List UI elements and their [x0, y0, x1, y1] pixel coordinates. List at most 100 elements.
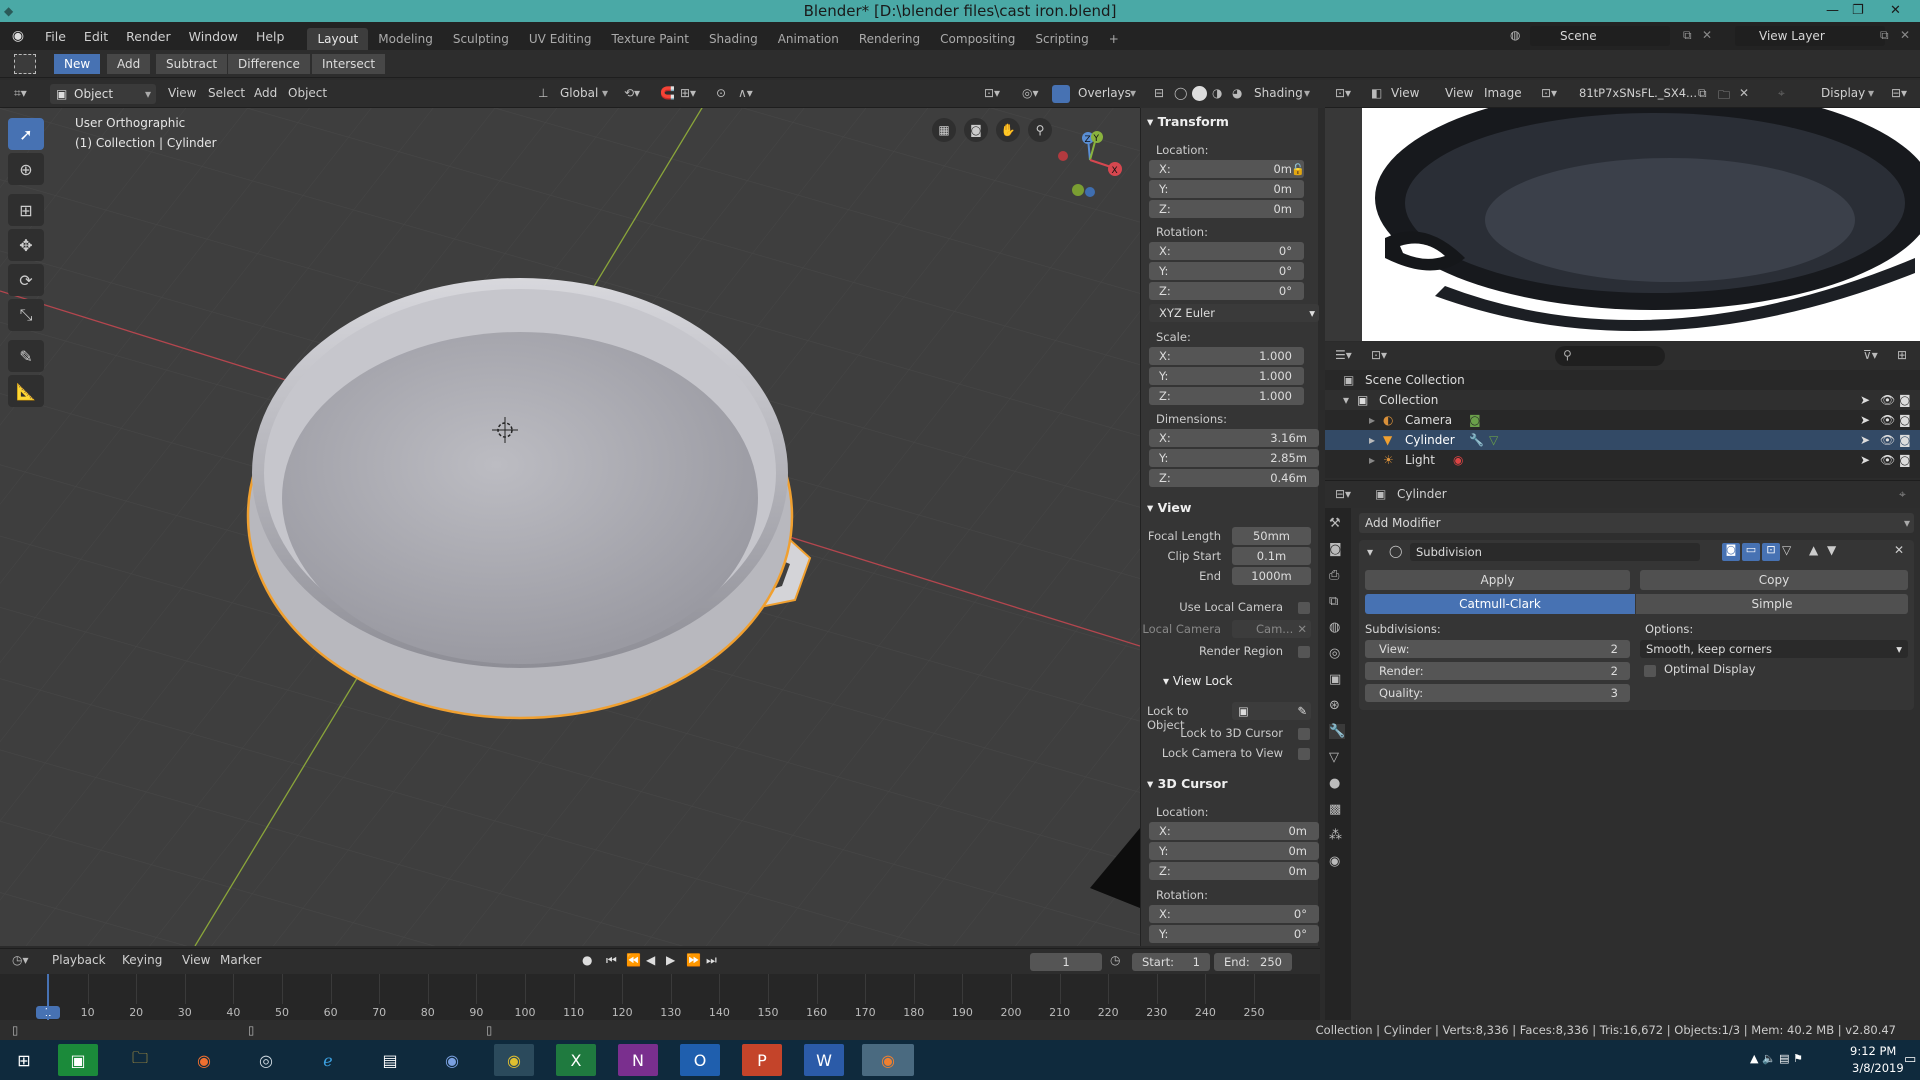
material-shading-icon[interactable]: ◑: [1212, 86, 1222, 100]
timeline[interactable]: 1102030405060708090100110120130140150160…: [0, 974, 1320, 1020]
editor-type-icon[interactable]: ⌗▾: [14, 86, 27, 101]
expand-icon[interactable]: ▾: [1343, 390, 1349, 410]
timeline-view-menu[interactable]: View: [182, 953, 210, 967]
scale-tool[interactable]: ⤡: [8, 299, 44, 331]
cursor-location-y-field[interactable]: Y: 0m: [1149, 842, 1319, 860]
tab-compositing[interactable]: Compositing: [930, 28, 1025, 50]
subdivisions-view-field[interactable]: View: 2: [1365, 640, 1630, 658]
select-mode-new-button[interactable]: New: [54, 54, 102, 74]
quality-field[interactable]: Quality: 3: [1365, 684, 1630, 702]
editmode-toggle-icon[interactable]: ◙: [1722, 543, 1740, 561]
eye-icon[interactable]: 👁: [1880, 390, 1895, 410]
move-down-icon[interactable]: ▼: [1827, 543, 1836, 557]
tab-scripting[interactable]: Scripting: [1025, 28, 1098, 50]
add-modifier-dropdown[interactable]: Add Modifier ▾: [1359, 513, 1914, 533]
close-window-icon[interactable]: ✕: [1890, 0, 1901, 22]
clip-start-field[interactable]: 0.1m: [1232, 547, 1311, 565]
cage-toggle-icon[interactable]: ▽: [1782, 543, 1791, 557]
expand-icon[interactable]: ▸: [1369, 450, 1375, 470]
transform-panel-header[interactable]: ▾ Transform: [1147, 114, 1229, 129]
texture-tab-icon[interactable]: ▩: [1329, 802, 1345, 817]
end-frame-field[interactable]: End: 250: [1214, 953, 1292, 971]
view-panel-header[interactable]: ▾ View: [1147, 500, 1191, 515]
minimize-icon[interactable]: —: [1826, 0, 1839, 22]
apply-button[interactable]: Apply: [1365, 570, 1630, 590]
image-name-field[interactable]: 81tP7xSNsFL._SX4...: [1579, 86, 1697, 100]
add-workspace-icon[interactable]: +: [1099, 28, 1129, 50]
menu-help[interactable]: Help: [247, 29, 294, 44]
optimal-display-checkbox[interactable]: [1644, 665, 1656, 677]
view-layer-selector[interactable]: View Layer: [1735, 26, 1885, 46]
constraints-tab-icon[interactable]: ⊛: [1329, 698, 1345, 713]
tree-item-cylinder[interactable]: ▸ ▼ Cylinder 🔧 ▽ ➤ 👁 ◙: [1325, 430, 1920, 450]
select-box-tool-icon[interactable]: [14, 54, 36, 74]
image-editor-canvas[interactable]: [1325, 108, 1920, 341]
cursor-rotation-y-field[interactable]: Y: 0°: [1149, 925, 1319, 943]
menu-file[interactable]: File: [36, 29, 75, 44]
object-mode-dropdown[interactable]: ▣ Object Mode ▾: [50, 84, 156, 121]
gizmo-toggle-icon[interactable]: ◎▾: [1022, 86, 1039, 100]
particles-tab-icon[interactable]: ⁂: [1329, 828, 1345, 843]
jump-end-icon[interactable]: ⏭: [706, 953, 717, 968]
edge-icon[interactable]: ℯ: [308, 1044, 348, 1076]
properties-type-icon[interactable]: ⊟▾: [1335, 487, 1351, 501]
select-mode-subtract-button[interactable]: Subtract: [156, 54, 229, 74]
image-new-icon[interactable]: ⧉: [1698, 86, 1707, 101]
world-tab-icon[interactable]: ◎: [1329, 646, 1345, 661]
image-sidebar-toggle-icon[interactable]: ⊟▾: [1891, 86, 1907, 100]
select-mode-difference-button[interactable]: Difference: [228, 54, 311, 74]
lock-to-object-field[interactable]: ▣ ✎: [1232, 702, 1311, 720]
cursor-location-x-field[interactable]: X: 0m: [1149, 822, 1319, 840]
menu-render[interactable]: Render: [117, 29, 180, 44]
zoom-icon[interactable]: ⚲: [1028, 118, 1052, 142]
focal-length-field[interactable]: 50mm: [1232, 527, 1311, 545]
3d-cursor-panel-header[interactable]: ▾ 3D Cursor: [1147, 776, 1228, 791]
new-collection-icon[interactable]: ⊞: [1897, 348, 1907, 362]
menu-add[interactable]: Add: [254, 86, 277, 100]
modifier-name-field[interactable]: Subdivision: [1410, 543, 1700, 561]
image-browse-icon[interactable]: ⊡▾: [1541, 86, 1557, 100]
camera-view-icon[interactable]: ◙: [964, 118, 988, 142]
lock-icon[interactable]: 🔓: [1291, 163, 1305, 176]
image-mode-icon[interactable]: ◧: [1371, 86, 1382, 100]
notifications-icon[interactable]: ▭: [1904, 1052, 1916, 1067]
display-dropdown[interactable]: Display: [1821, 86, 1865, 100]
tab-texture-paint[interactable]: Texture Paint: [602, 28, 699, 50]
overlays-dropdown[interactable]: Overlays: [1078, 86, 1131, 100]
chrome-icon[interactable]: ◉: [494, 1044, 534, 1076]
blender-taskbar-icon[interactable]: ◉: [862, 1044, 914, 1076]
lock-to-cursor-checkbox[interactable]: [1298, 728, 1310, 740]
select-arrow-icon[interactable]: ➤: [1860, 430, 1870, 450]
cursor-location-z-field[interactable]: Z: 0m: [1149, 862, 1319, 880]
annotate-tool[interactable]: ✎: [8, 340, 44, 372]
select-arrow-icon[interactable]: ➤: [1860, 450, 1870, 470]
view-layer-remove-icon[interactable]: ✕: [1900, 28, 1910, 42]
scene-tab-icon[interactable]: ◍: [1329, 620, 1345, 635]
subdivisions-render-field[interactable]: Render: 2: [1365, 662, 1630, 680]
playhead[interactable]: [47, 974, 49, 1020]
render-toggle-icon[interactable]: ⊡: [1762, 543, 1780, 561]
simple-button[interactable]: Simple: [1636, 594, 1908, 614]
tab-shading[interactable]: Shading: [699, 28, 768, 50]
scene-remove-icon[interactable]: ✕: [1702, 28, 1712, 42]
dimensions-x-field[interactable]: X: 3.16m: [1149, 429, 1319, 447]
transform-tool[interactable]: ⊞: [8, 194, 44, 226]
menu-view[interactable]: View: [168, 86, 196, 100]
eye-icon[interactable]: 👁: [1880, 430, 1895, 450]
image-open-icon[interactable]: 🗀: [1718, 86, 1730, 107]
scene-new-icon[interactable]: ⧉: [1683, 28, 1692, 43]
modifier-wrench-tab-icon[interactable]: 🔧: [1329, 724, 1346, 739]
onenote-icon[interactable]: N: [618, 1044, 658, 1076]
current-frame-field[interactable]: 1: [1030, 953, 1102, 971]
windows-start-icon[interactable]: ⊞: [4, 1044, 44, 1076]
image-pin-icon[interactable]: ⌖: [1778, 86, 1785, 101]
rotation-x-field[interactable]: X: 0°: [1149, 242, 1304, 260]
pivot-point-icon[interactable]: ⟲▾: [624, 86, 640, 100]
file-explorer-icon[interactable]: 🗀: [120, 1044, 160, 1076]
select-mode-intersect-button[interactable]: Intersect: [312, 54, 387, 74]
output-tab-icon[interactable]: ⎙: [1329, 568, 1345, 583]
orientation-dropdown[interactable]: Global: [560, 86, 598, 100]
powerpoint-icon[interactable]: P: [742, 1044, 782, 1076]
rotate-tool[interactable]: ⟳: [8, 264, 44, 296]
proportional-edit-icon[interactable]: ⊙: [716, 86, 726, 100]
